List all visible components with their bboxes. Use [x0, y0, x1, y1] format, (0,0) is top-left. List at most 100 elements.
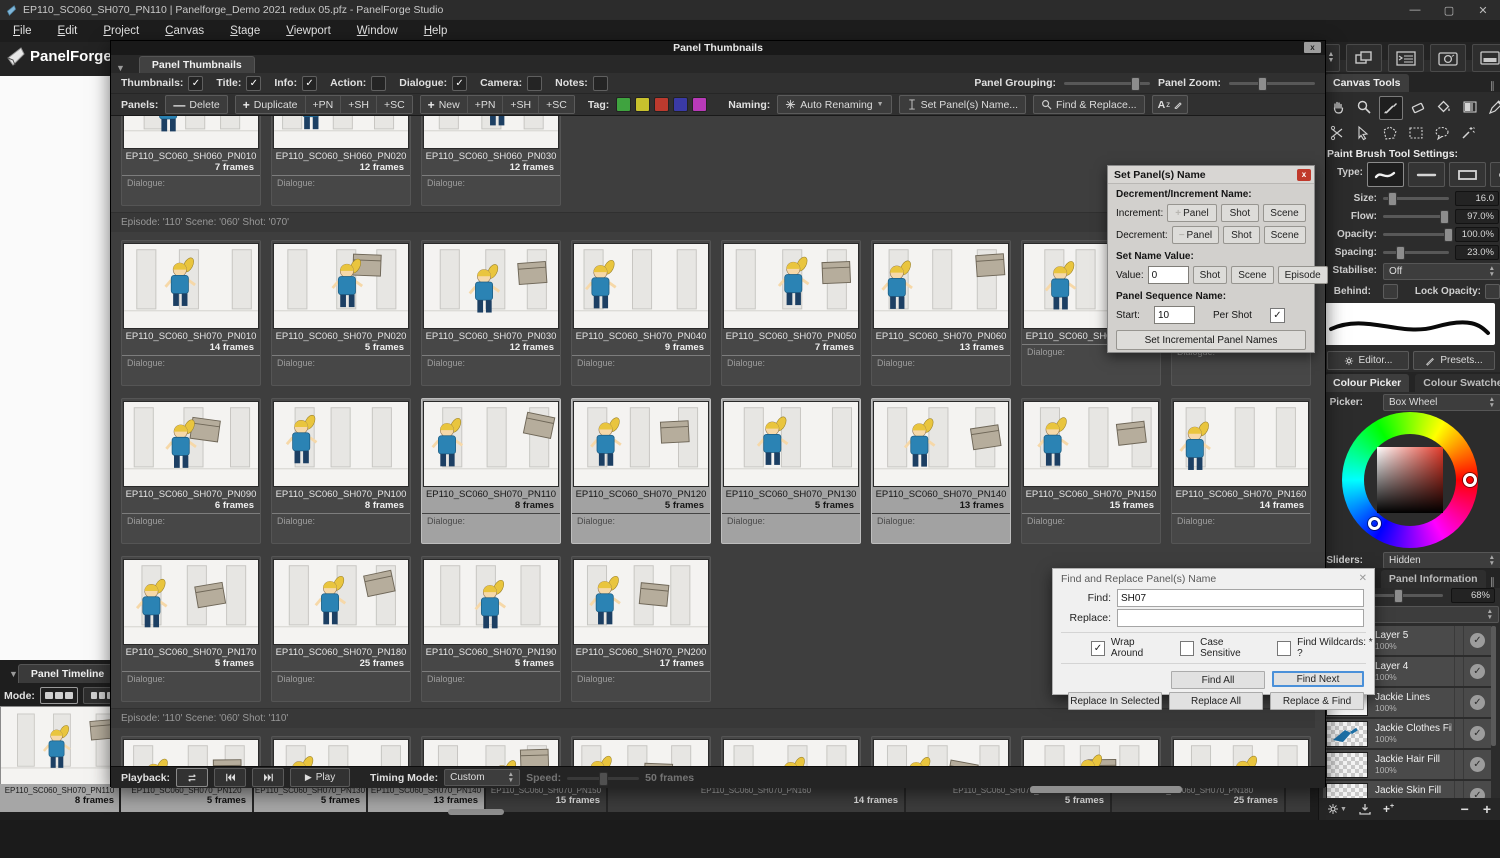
timeline-strip-item[interactable]: EP110_SC060_SH070_PN140 13 frames	[368, 784, 486, 812]
panel-card[interactable]: EP110_SC060_SH070_PN120 5 frames Dialogu…	[571, 398, 711, 544]
panel-card[interactable]: EP110_SC060_SH070_PN100 8 frames Dialogu…	[271, 398, 411, 544]
panel-grouping-slider[interactable]	[1064, 76, 1150, 90]
toggle-title[interactable]: Title: ✓	[216, 76, 261, 91]
console-icon[interactable]	[1388, 44, 1424, 72]
menu-stage[interactable]: Stage	[217, 20, 273, 42]
panel-card[interactable]: EP110_SC060_SH070_PN030 12 frames Dialog…	[421, 240, 561, 386]
colour-wheel[interactable]	[1342, 412, 1478, 548]
checkbox[interactable]: ✓	[452, 76, 467, 91]
picker-dropdown[interactable]: Box Wheel▲▼	[1383, 394, 1500, 411]
checkbox[interactable]: ✓	[246, 76, 261, 91]
value-shot-button[interactable]: Shot	[1193, 266, 1228, 284]
layer-visibility-check-icon[interactable]: ✓	[1470, 726, 1485, 741]
size-slider[interactable]	[1383, 191, 1449, 205]
panel-card[interactable]: EP110_SC060_SH060_PN010 7 frames Dialogu…	[121, 116, 261, 206]
value-marker[interactable]	[1368, 517, 1381, 530]
speech-bubble-tool-icon[interactable]	[1431, 122, 1453, 144]
layer-row[interactable]: Jackie Hair Fill 100% ✓	[1323, 750, 1491, 779]
panel-card[interactable]: EP110_SC060_SH070_PN150 15 frames Dialog…	[1021, 398, 1161, 544]
checkbox[interactable]: ✓	[188, 76, 203, 91]
collapse-arrow-icon[interactable]: ▼	[116, 63, 125, 73]
replace-and-find-button[interactable]: Replace & Find	[1270, 692, 1364, 710]
layer-settings-gear-icon[interactable]: ▼	[1327, 803, 1347, 815]
panel-card[interactable]: EP110_SC060_SH070_PN190 5 frames Dialogu…	[421, 556, 561, 702]
layer-visibility-check-icon[interactable]: ✓	[1470, 757, 1485, 772]
panel-card[interactable]: EP110_SC060_SH070_PN050 7 frames Dialogu…	[721, 240, 861, 386]
panel-layout-icon[interactable]	[1472, 44, 1500, 72]
tab-panel-information[interactable]: Panel Information	[1381, 570, 1486, 588]
checkbox[interactable]	[593, 76, 608, 91]
tag-color-swatch[interactable]	[692, 97, 707, 112]
timeline-strip-item[interactable]: EP110_SC060_SH070_PN130 5 frames	[254, 784, 368, 812]
value-scene-button[interactable]: Scene	[1231, 266, 1273, 284]
tag-color-swatch[interactable]	[654, 97, 669, 112]
panel-card[interactable]: EP110_SC060_SH070_PN040 9 frames Dialogu…	[571, 240, 711, 386]
new-layer-icon[interactable]: +	[1483, 801, 1491, 817]
find-input[interactable]	[1117, 589, 1364, 607]
panel-card[interactable]: EP110_SC060_SH070_PN060 13 frames Dialog…	[871, 240, 1011, 386]
panel-card[interactable]: Dialogue:	[421, 736, 561, 766]
tab-colour-swatches[interactable]: Colour Swatches	[1415, 374, 1500, 392]
value-episode-button[interactable]: Episode	[1278, 266, 1328, 284]
panel-card[interactable]: Dialogue:	[721, 736, 861, 766]
checkbox[interactable]: ✓	[302, 76, 317, 91]
panel-card[interactable]: Dialogue:	[571, 736, 711, 766]
dupgrp-sh[interactable]: +SH	[340, 96, 376, 113]
thumbnails-scrollbar[interactable]	[1030, 786, 1182, 793]
menu-project[interactable]: Project	[90, 20, 152, 42]
increment-panel-button[interactable]: +Panel	[1167, 204, 1217, 222]
layer-visibility-check-icon[interactable]: ✓	[1470, 695, 1485, 710]
skip-end-button[interactable]	[252, 768, 284, 787]
panel-card[interactable]: Dialogue:	[1021, 736, 1161, 766]
zoom-tool-icon[interactable]	[1353, 96, 1375, 118]
panel-card[interactable]: EP110_SC060_SH060_PN030 12 frames Dialog…	[421, 116, 561, 206]
paint-bucket-tool-icon[interactable]	[1433, 96, 1455, 118]
eraser-tool-icon[interactable]	[1407, 96, 1429, 118]
newgrp-new[interactable]: +New	[421, 96, 467, 113]
panel-card[interactable]: EP110_SC060_SH070_PN090 6 frames Dialogu…	[121, 398, 261, 544]
mode-filmstrip-button[interactable]	[40, 687, 78, 704]
tag-color-swatch[interactable]	[616, 97, 631, 112]
brush-editor-button[interactable]: Editor...	[1327, 351, 1409, 370]
checkbox[interactable]	[527, 76, 542, 91]
duplicate-view-icon[interactable]	[1346, 44, 1382, 72]
tab-canvas-tools[interactable]: Canvas Tools	[1325, 74, 1409, 92]
opacity-slider[interactable]	[1383, 227, 1449, 241]
hand-tool-icon[interactable]	[1327, 96, 1349, 118]
menu-file[interactable]: File	[0, 20, 45, 42]
toggle-notes[interactable]: Notes:	[555, 76, 608, 91]
flow-slider[interactable]	[1383, 209, 1449, 223]
menu-help[interactable]: Help	[411, 20, 461, 42]
import-layer-icon[interactable]	[1359, 803, 1371, 815]
panel-menu-icon[interactable]: ∥	[1490, 81, 1500, 92]
magic-wand-tool-icon[interactable]	[1457, 122, 1479, 144]
menu-window[interactable]: Window	[344, 20, 411, 42]
delete-panel-button[interactable]: —Delete	[165, 95, 227, 114]
menu-viewport[interactable]: Viewport	[273, 20, 344, 42]
timeline-strip-item[interactable]: EP110_SC060_SH070_PN160 14 frames	[608, 784, 906, 812]
saturation-box[interactable]	[1377, 447, 1443, 513]
marquee-select-tool-icon[interactable]	[1405, 122, 1427, 144]
toggle-dialogue[interactable]: Dialogue: ✓	[399, 76, 467, 91]
panel-card[interactable]: EP110_SC060_SH070_PN110 8 frames Dialogu…	[421, 398, 561, 544]
panel-card[interactable]: Dialogue:	[1171, 736, 1311, 766]
increment-shot-button[interactable]: Shot	[1221, 204, 1259, 222]
brush-type-line[interactable]	[1408, 162, 1445, 187]
toggle-action[interactable]: Action:	[330, 76, 386, 91]
panel-card[interactable]: EP110_SC060_SH070_PN130 5 frames Dialogu…	[721, 398, 861, 544]
play-button[interactable]: ▶ Play	[290, 768, 350, 787]
window-header[interactable]: Panel Thumbnails x	[111, 41, 1325, 55]
start-input[interactable]	[1154, 306, 1195, 324]
newgrp-pn[interactable]: +PN	[467, 96, 503, 113]
brush-presets-button[interactable]: Presets...	[1413, 351, 1495, 370]
find-replace-button[interactable]: Find & Replace...	[1033, 95, 1145, 114]
per-shot-checkbox[interactable]: ✓	[1270, 308, 1285, 323]
set-incremental-names-button[interactable]: Set Incremental Panel Names	[1116, 330, 1306, 350]
loop-button[interactable]	[176, 768, 208, 787]
timeline-current-label[interactable]: EP110_SC060_SH070_PN110 8 frames	[0, 784, 119, 812]
brush-type-freehand[interactable]	[1367, 162, 1404, 187]
layers-scrollbar[interactable]	[1491, 626, 1496, 746]
checkbox[interactable]	[371, 76, 386, 91]
timeline-strip-item[interactable]: EP110_SC060_SH070_PN120 5 frames	[121, 784, 254, 812]
panel-card[interactable]: EP110_SC060_SH070_PN170 5 frames Dialogu…	[121, 556, 261, 702]
